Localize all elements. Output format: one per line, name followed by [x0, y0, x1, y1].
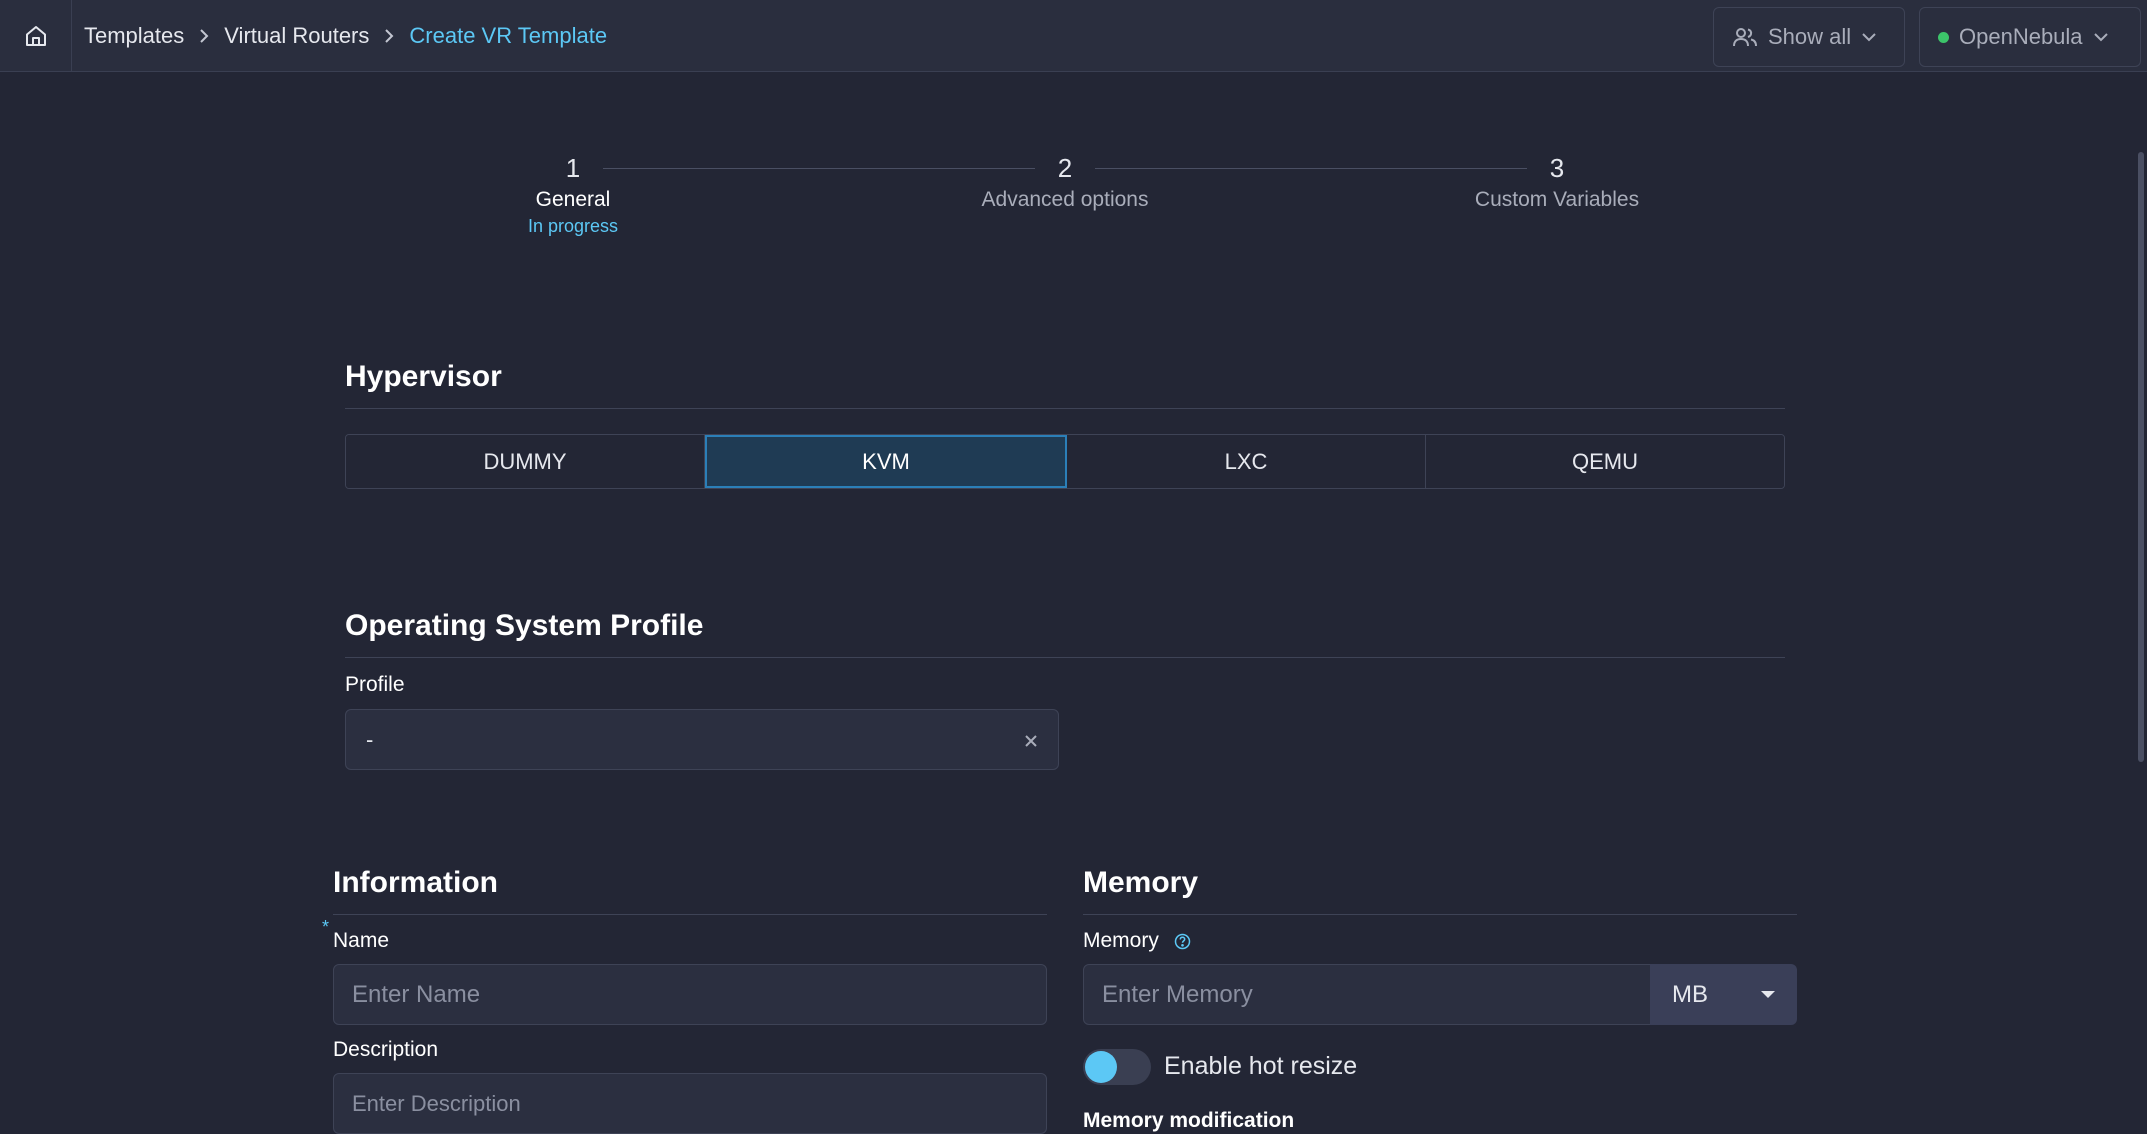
memory-unit-select[interactable]: MB	[1650, 964, 1797, 1025]
zone-status-dot	[1938, 31, 1949, 43]
os-profile-title: Operating System Profile	[345, 609, 704, 642]
caret-down-icon	[1761, 991, 1775, 998]
profile-select[interactable]: -	[345, 709, 1059, 770]
chevron-right-icon	[198, 28, 210, 44]
home-icon	[25, 25, 46, 46]
hypervisor-option-kvm[interactable]: KVM	[705, 435, 1067, 488]
group-filter-button[interactable]: Show all	[1713, 7, 1905, 67]
step-number: 3	[1549, 153, 1565, 183]
step-label: General	[535, 188, 611, 211]
top-bar: Templates Virtual Routers Create VR Temp…	[0, 0, 2147, 72]
chevron-down-icon	[2093, 33, 2108, 42]
home-button[interactable]	[0, 0, 72, 72]
memory-input[interactable]	[1083, 964, 1652, 1025]
zone-selector-button[interactable]: OpenNebula	[1919, 7, 2141, 67]
chevron-down-icon	[1862, 33, 1876, 42]
step-number: 2	[1057, 153, 1073, 183]
help-icon[interactable]	[1174, 933, 1191, 955]
group-filter-label: Show all	[1768, 24, 1852, 49]
name-label: Name	[333, 929, 390, 952]
step-label: Custom Variables	[1474, 188, 1640, 211]
divider	[345, 408, 1785, 409]
profile-value: -	[366, 726, 374, 752]
hypervisor-option-lxc[interactable]: LXC	[1067, 435, 1426, 488]
stepper: 1 General In progress 2 Advanced options…	[345, 150, 1785, 250]
breadcrumb: Templates Virtual Routers Create VR Temp…	[84, 23, 607, 49]
users-icon	[1733, 28, 1757, 47]
step-status: In progress	[527, 216, 619, 236]
hypervisor-option-dummy[interactable]: DUMMY	[346, 435, 705, 488]
required-asterisk: *	[322, 917, 330, 937]
step-general[interactable]: 1 General In progress	[423, 150, 723, 237]
information-title: Information	[333, 866, 498, 899]
step-number: 1	[565, 153, 581, 183]
scrollbar-thumb[interactable]	[2138, 152, 2144, 762]
breadcrumb-templates[interactable]: Templates	[84, 23, 184, 49]
description-input[interactable]	[333, 1073, 1047, 1134]
memory-title: Memory	[1083, 866, 1199, 899]
divider	[1083, 914, 1797, 915]
description-label: Description	[333, 1038, 439, 1061]
clear-icon[interactable]	[1024, 728, 1038, 754]
hypervisor-option-qemu[interactable]: QEMU	[1426, 435, 1784, 488]
breadcrumb-virtual-routers[interactable]: Virtual Routers	[224, 23, 369, 49]
memory-unit-value: MB	[1672, 980, 1708, 1008]
divider	[333, 914, 1047, 915]
toggle-knob	[1085, 1051, 1117, 1083]
divider	[345, 657, 1785, 658]
top-right-controls: Show all OpenNebula	[1713, 7, 2141, 67]
memory-modification-label: Memory modification	[1083, 1109, 1295, 1132]
step-advanced-options[interactable]: 2 Advanced options	[915, 150, 1215, 212]
hot-resize-toggle[interactable]	[1083, 1049, 1151, 1085]
hot-resize-label: Enable hot resize	[1164, 1052, 1358, 1080]
step-label: Advanced options	[981, 188, 1149, 211]
hypervisor-title: Hypervisor	[345, 360, 502, 393]
scrollbar[interactable]	[2135, 72, 2147, 1131]
name-input[interactable]	[333, 964, 1047, 1025]
zone-label: OpenNebula	[1959, 24, 2083, 49]
memory-label: Memory	[1083, 929, 1159, 952]
profile-label: Profile	[345, 673, 405, 696]
hypervisor-selector: DUMMY KVM LXC QEMU	[345, 434, 1785, 489]
breadcrumb-create-vr-template: Create VR Template	[409, 22, 608, 48]
chevron-right-icon	[383, 28, 395, 44]
step-custom-variables[interactable]: 3 Custom Variables	[1407, 150, 1707, 212]
